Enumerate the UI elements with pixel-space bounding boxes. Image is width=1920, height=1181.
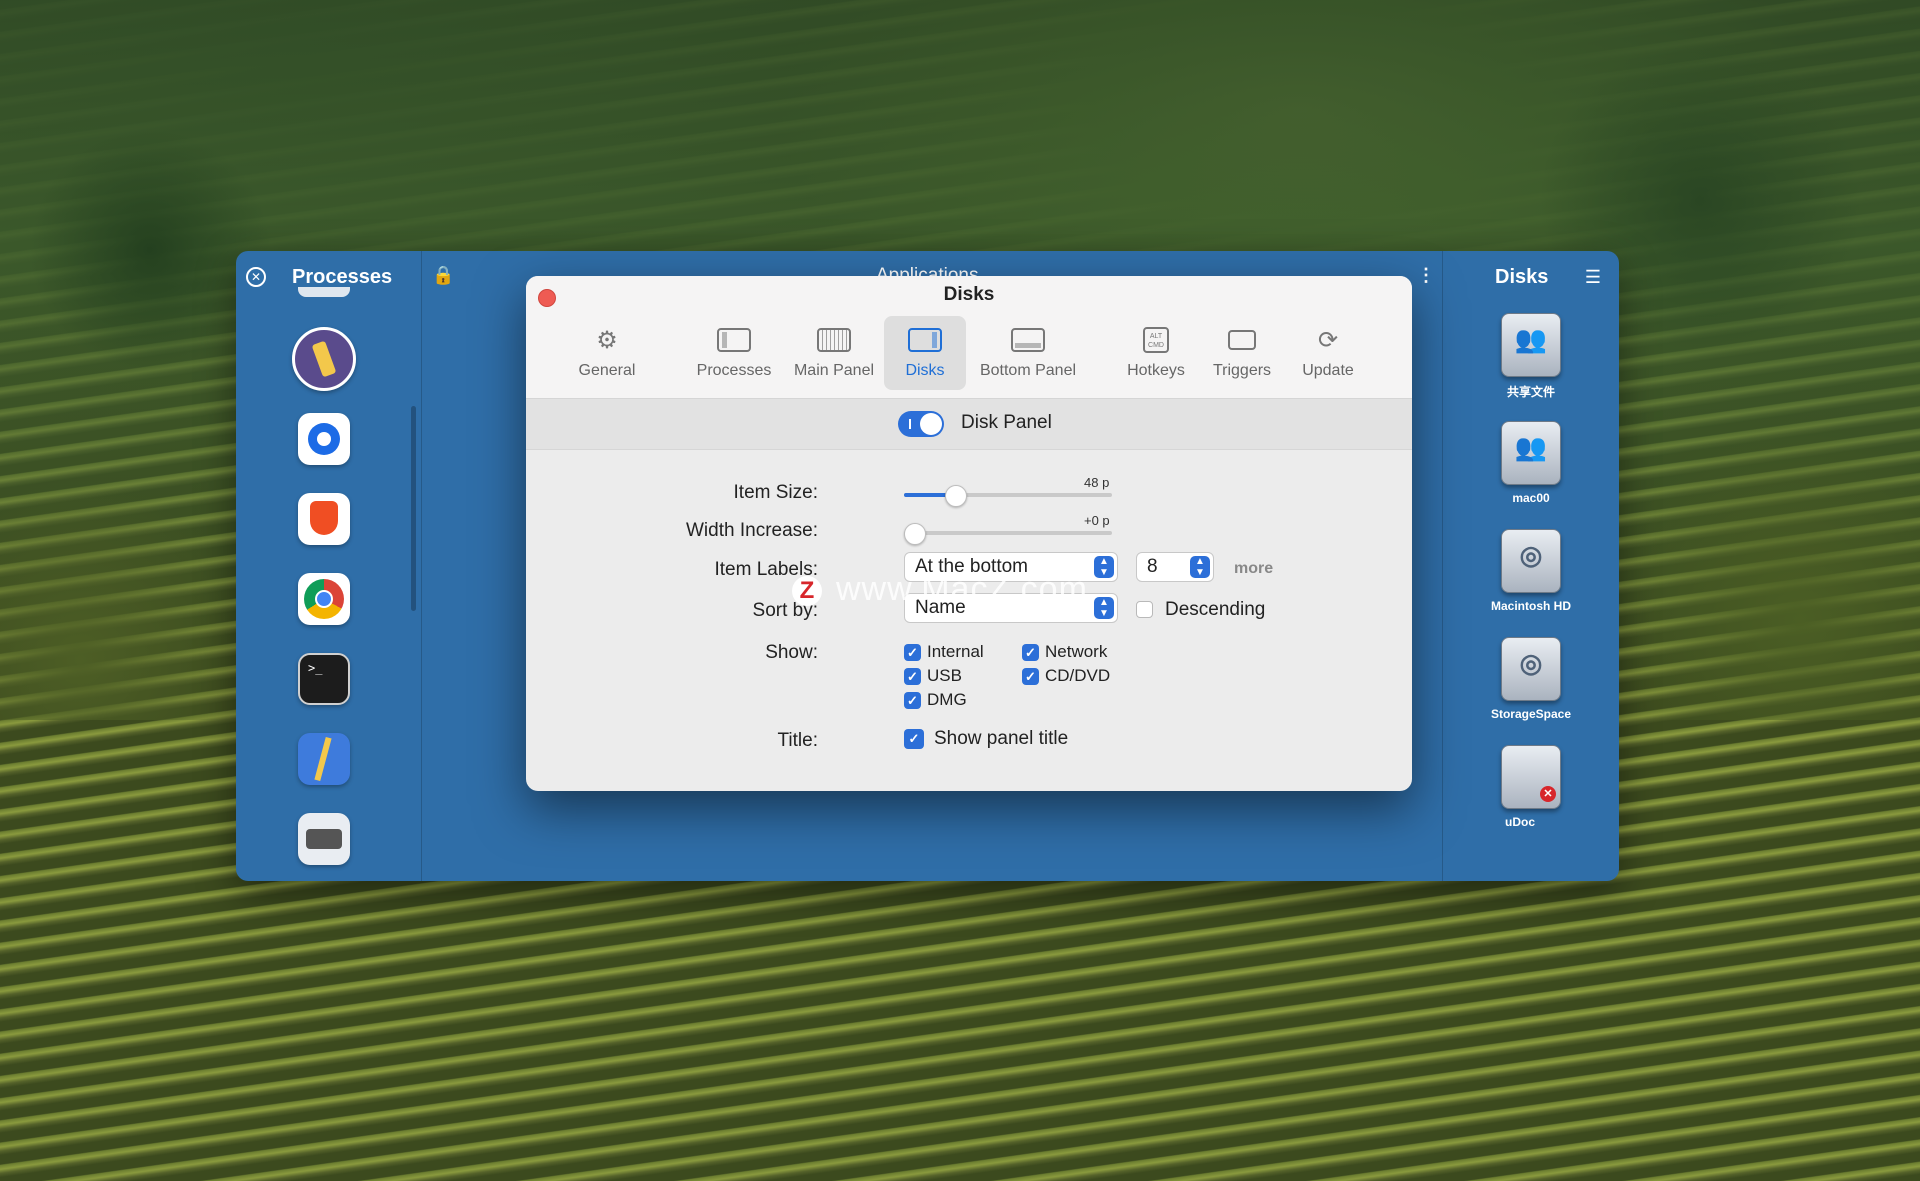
watermark-badge: Z: [792, 576, 822, 606]
disk-label: Macintosh HD: [1490, 599, 1571, 613]
network-share-icon: 👥: [1501, 421, 1561, 485]
disks-panel: Disks ☰ 👥 共享文件 👥 mac00 ◎ Macintosh HD ◎ …: [1442, 251, 1619, 881]
width-increase-value: +0 p: [1084, 513, 1110, 528]
tab-bottom-panel[interactable]: Bottom Panel: [966, 316, 1090, 390]
tab-disks[interactable]: Disks: [884, 316, 966, 390]
item-size-slider-knob[interactable]: [945, 485, 968, 507]
keyboard-key-icon: ALT CMD: [1116, 324, 1196, 356]
title-option-label: Title:: [777, 730, 818, 751]
width-increase-label: Width Increase:: [686, 520, 818, 541]
descending-checkbox[interactable]: [1136, 601, 1153, 618]
chevron-updown-icon: ▲ ▼: [1094, 597, 1114, 619]
pencil-mascot-app-icon[interactable]: [292, 327, 356, 391]
descending-label: Descending: [1165, 599, 1266, 620]
chevron-updown-icon: ▲ ▼: [1094, 556, 1114, 578]
disk-item[interactable]: ◎ StorageSpace: [1483, 637, 1579, 721]
disk-label: 共享文件: [1506, 385, 1555, 399]
disk-item[interactable]: 👥 共享文件: [1483, 313, 1579, 400]
processes-title: Processes: [292, 266, 393, 288]
quickshade-app-icon[interactable]: [298, 413, 350, 465]
laptop-icon: [1202, 324, 1282, 356]
tab-label: Update: [1302, 362, 1354, 379]
item-size-label: Item Size:: [733, 482, 818, 503]
network-share-icon: 👥: [1501, 313, 1561, 377]
network-checkbox[interactable]: ✓: [1022, 644, 1039, 661]
disk-item[interactable]: ✕ uDoc: [1483, 745, 1579, 829]
disk-panel-label: Disk Panel: [961, 412, 1052, 433]
preferences-dialog: Disks ⚙ General Processes Main Panel Dis…: [526, 276, 1412, 791]
dmg-label: DMG: [927, 690, 967, 709]
main-panel-icon: [784, 324, 884, 356]
dialog-toolbar: Disks ⚙ General Processes Main Panel Dis…: [526, 276, 1412, 399]
width-increase-slider-knob[interactable]: [904, 523, 926, 545]
tab-label: Disks: [905, 362, 945, 379]
tab-main-panel[interactable]: Main Panel: [784, 316, 884, 390]
disk-panel-toggle-row: Disk Panel: [526, 399, 1412, 450]
disk-label: StorageSpace: [1490, 707, 1572, 721]
more-options-icon[interactable]: ⋮: [1417, 265, 1435, 286]
disk-label: mac00: [1512, 491, 1550, 505]
close-icon[interactable]: ✕: [246, 267, 266, 287]
dmg-checkbox[interactable]: ✓: [904, 692, 921, 709]
disks-panel-icon: [884, 324, 966, 356]
hard-drive-icon: ◎: [1501, 637, 1561, 701]
terminal-app-icon[interactable]: >_: [298, 653, 350, 705]
item-size-value: 48 p: [1084, 475, 1110, 490]
disk-panel-toggle[interactable]: [898, 411, 944, 437]
network-label: Network: [1045, 642, 1108, 661]
bottom-panel-icon: [966, 324, 1090, 356]
tab-processes[interactable]: Processes: [676, 316, 792, 390]
brave-browser-icon[interactable]: [298, 493, 350, 545]
partial-app-icon[interactable]: [298, 287, 350, 297]
hard-drive-icon: ◎: [1501, 529, 1561, 593]
label-lines-value: 8: [1147, 556, 1158, 577]
processes-panel-icon: [676, 324, 792, 356]
xcode-like-app-icon[interactable]: [298, 733, 350, 785]
tab-label: Triggers: [1212, 362, 1272, 379]
more-link[interactable]: more: [1234, 560, 1273, 578]
disk-item[interactable]: 👥 mac00: [1483, 421, 1579, 505]
width-increase-slider[interactable]: [904, 531, 1112, 535]
internal-label: Internal: [927, 642, 984, 661]
tab-general[interactable]: ⚙ General: [562, 316, 652, 390]
eject-error-icon: ✕: [1540, 786, 1556, 802]
usb-checkbox[interactable]: ✓: [904, 668, 921, 685]
tab-label: Main Panel: [793, 362, 875, 379]
tab-label: Bottom Panel: [979, 362, 1077, 379]
disk-item[interactable]: ◎ Macintosh HD: [1483, 529, 1579, 613]
disk-label: uDoc: [1505, 815, 1535, 829]
processes-panel: ✕ Processes >_: [236, 251, 422, 881]
tab-triggers[interactable]: Triggers: [1202, 316, 1282, 390]
internal-checkbox[interactable]: ✓: [904, 644, 921, 661]
gear-icon: ⚙: [596, 326, 618, 354]
processes-scrollbar[interactable]: [411, 406, 416, 611]
tab-label: Hotkeys: [1127, 362, 1185, 379]
usb-label: USB: [927, 666, 962, 685]
refresh-icon: ⟳: [1317, 326, 1339, 354]
removable-drive-icon: ✕: [1501, 745, 1561, 809]
show-label: Show:: [765, 642, 818, 663]
tab-label: General: [578, 362, 636, 379]
cd-dvd-label: CD/DVD: [1045, 666, 1111, 685]
hamburger-menu-icon[interactable]: ☰: [1585, 267, 1601, 288]
watermark-text: www.MacZ.com: [836, 570, 1088, 608]
tab-hotkeys[interactable]: ALT CMD Hotkeys: [1116, 316, 1196, 390]
dialog-title: Disks: [943, 284, 995, 305]
tab-label: Processes: [696, 362, 772, 379]
cd-dvd-checkbox[interactable]: ✓: [1022, 668, 1039, 685]
disks-title: Disks: [1495, 266, 1549, 288]
lock-icon[interactable]: 🔒: [432, 265, 454, 286]
show-panel-title-label: Show panel title: [934, 728, 1069, 749]
label-lines-stepper[interactable]: 8 ▲ ▼: [1136, 552, 1214, 582]
show-panel-title-checkbox[interactable]: ✓: [904, 729, 924, 749]
printer-app-icon[interactable]: [298, 813, 350, 865]
tab-update[interactable]: ⟳ Update: [1288, 316, 1368, 390]
chevron-updown-icon: ▲ ▼: [1190, 556, 1210, 578]
item-labels-label: Item Labels:: [714, 559, 819, 580]
chrome-browser-icon[interactable]: [298, 573, 350, 625]
sort-by-label: Sort by:: [752, 600, 818, 621]
